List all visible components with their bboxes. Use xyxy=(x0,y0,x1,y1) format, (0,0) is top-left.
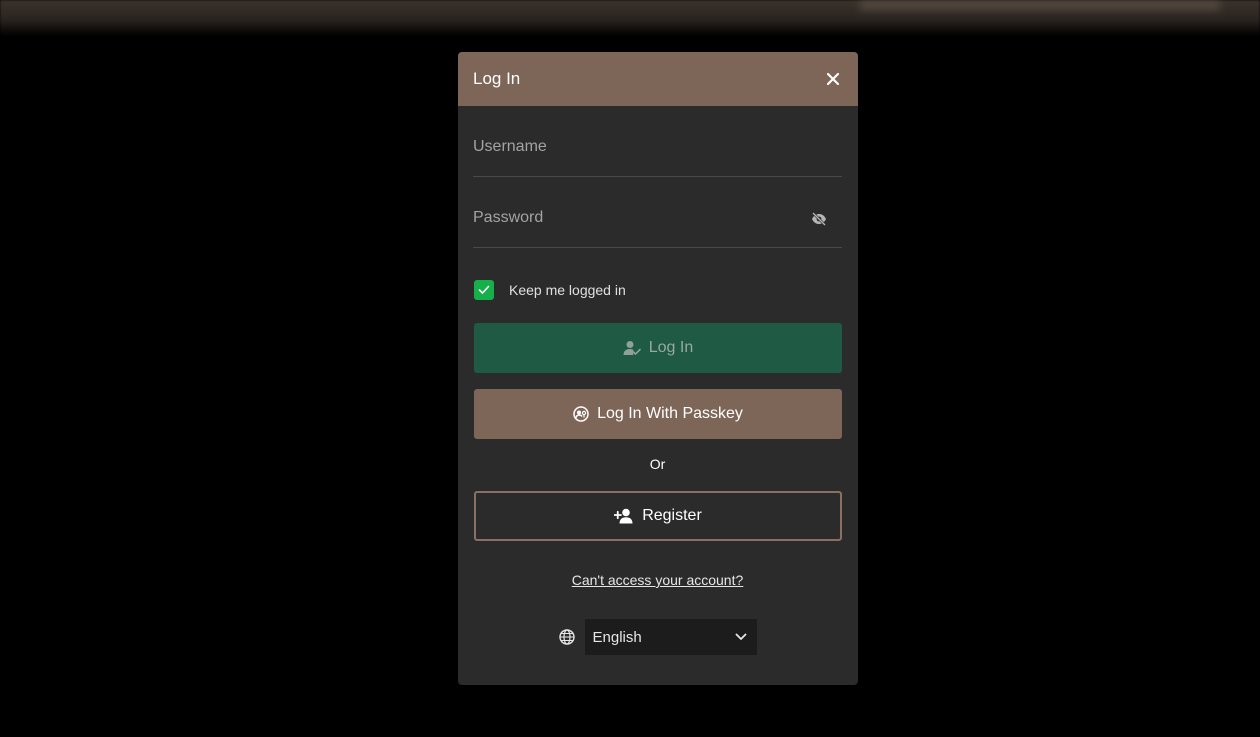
user-check-icon xyxy=(623,340,641,356)
or-divider: Or xyxy=(649,456,666,472)
login-modal: Log In Username Keep me logged in Log In… xyxy=(458,52,858,685)
language-select[interactable]: English xyxy=(584,619,757,655)
login-button[interactable]: Log In xyxy=(474,323,842,373)
language-row: English xyxy=(473,619,842,655)
keep-logged-in-checkbox[interactable] xyxy=(474,280,494,300)
background-page-header xyxy=(0,0,1260,36)
forgot-account-link[interactable]: Can't access your account? xyxy=(473,572,842,588)
username-field-wrapper xyxy=(473,106,842,177)
checkmark-icon xyxy=(478,285,490,294)
register-button-label: Register xyxy=(642,507,702,524)
username-input[interactable] xyxy=(473,106,842,176)
modal-body: Keep me logged in Log In xyxy=(458,106,858,655)
keep-logged-in-row: Keep me logged in xyxy=(473,280,842,300)
passkey-login-button[interactable]: Log In With Passkey xyxy=(474,389,842,439)
password-input[interactable] xyxy=(473,177,842,247)
language-selected-value: English xyxy=(592,628,642,646)
chevron-down-icon xyxy=(735,633,746,640)
keep-logged-in-label: Keep me logged in xyxy=(509,282,626,298)
password-field-wrapper xyxy=(473,177,842,248)
eye-off-icon xyxy=(812,212,826,226)
modal-title: Log In xyxy=(473,69,521,88)
globe-icon xyxy=(558,629,575,645)
register-button[interactable]: Register xyxy=(474,491,842,541)
toggle-password-button[interactable] xyxy=(810,211,828,227)
login-button-label: Log In xyxy=(648,339,694,356)
background-blur xyxy=(860,0,1220,10)
user-plus-icon xyxy=(614,508,634,524)
passkey-button-label: Log In With Passkey xyxy=(597,405,743,422)
close-icon xyxy=(826,72,840,86)
passkey-icon xyxy=(573,406,589,422)
modal-header: Log In xyxy=(458,52,858,106)
close-button[interactable] xyxy=(823,69,843,89)
